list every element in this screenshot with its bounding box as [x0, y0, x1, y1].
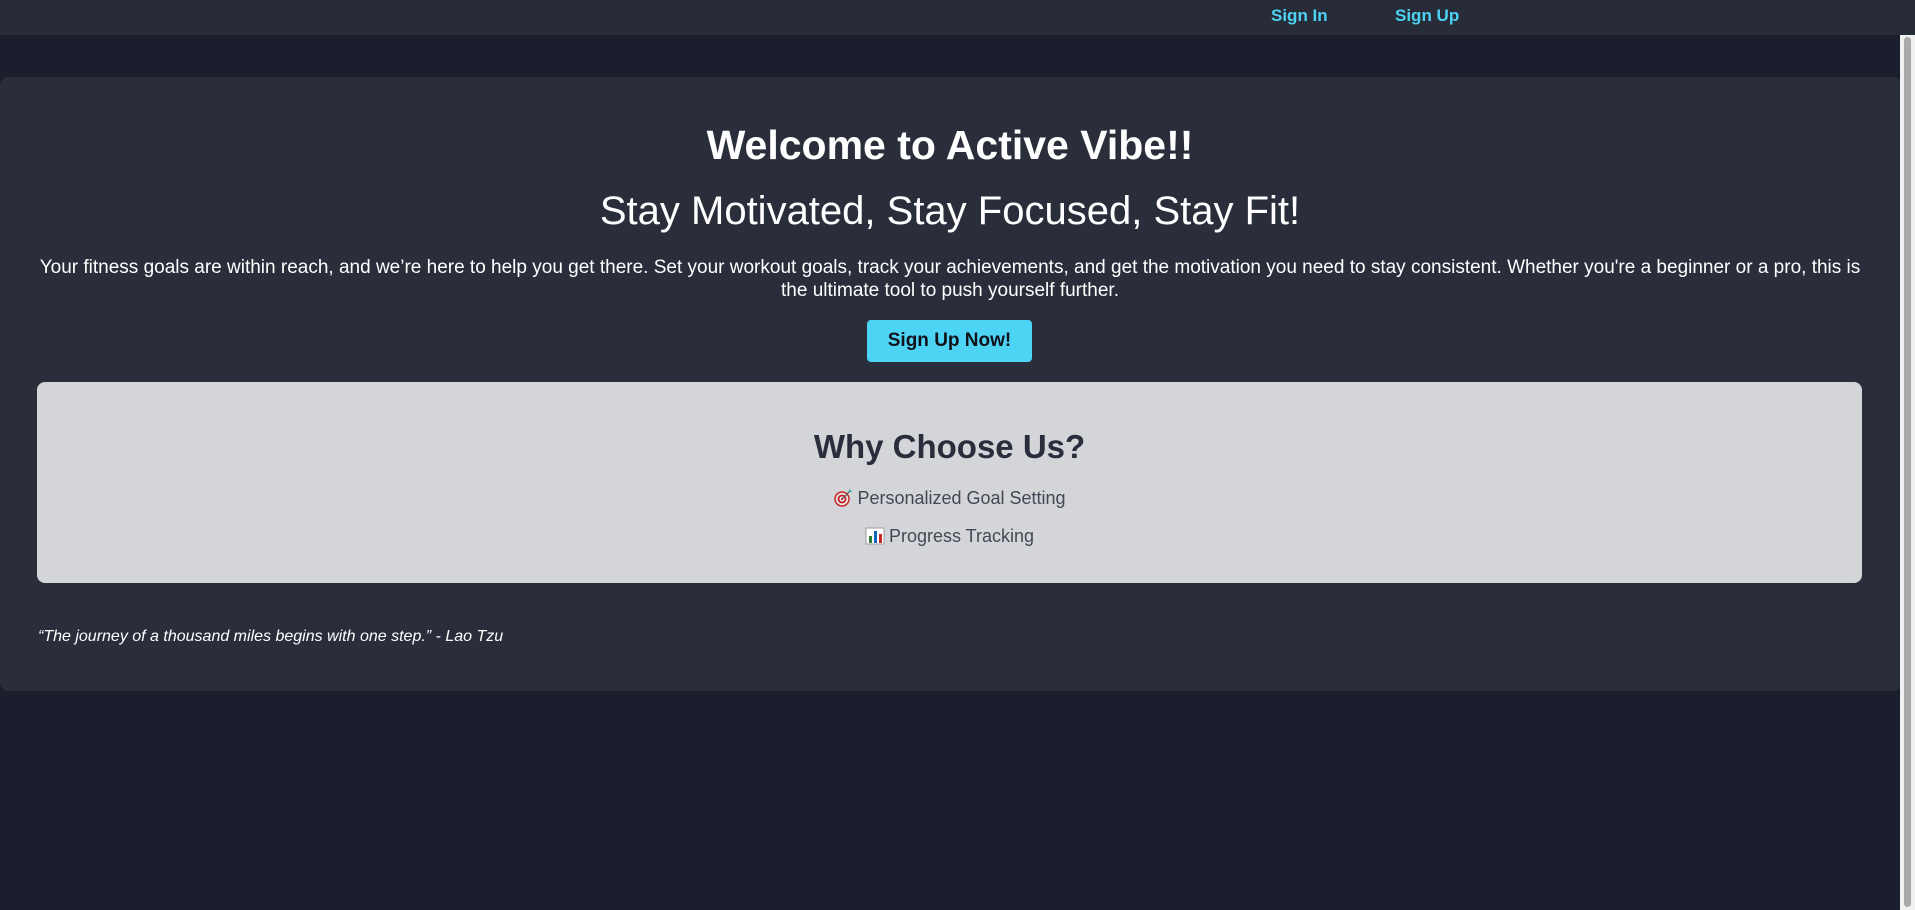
scrollbar[interactable] [1900, 35, 1915, 910]
top-nav-bar: Sign In Sign Up [0, 0, 1915, 35]
scrollbar-thumb[interactable] [1904, 37, 1911, 907]
page-title: Welcome to Active Vibe!! [706, 122, 1194, 168]
target-icon [833, 489, 853, 507]
sign-up-link[interactable]: Sign Up [1395, 6, 1459, 26]
features-card: Why Choose Us? Personalized Goal Setting… [37, 382, 1862, 583]
sign-in-link[interactable]: Sign In [1271, 6, 1328, 26]
feature-label: Personalized Goal Setting [857, 488, 1066, 508]
features-title: Why Choose Us? [813, 428, 1086, 465]
sign-up-now-button[interactable]: Sign Up Now! [867, 320, 1032, 362]
bar-chart-icon [865, 527, 885, 545]
hero-subtitle: Stay Motivated, Stay Focused, Stay Fit! [599, 189, 1301, 233]
hero-description: Your fitness goals are within reach, and… [39, 257, 1861, 301]
feature-item-goal-setting: Personalized Goal Setting [37, 487, 1862, 509]
motivational-quote: “The journey of a thousand miles begins … [38, 628, 504, 645]
feature-item-progress-tracking: Progress Tracking [37, 525, 1862, 547]
feature-label: Progress Tracking [888, 526, 1035, 546]
